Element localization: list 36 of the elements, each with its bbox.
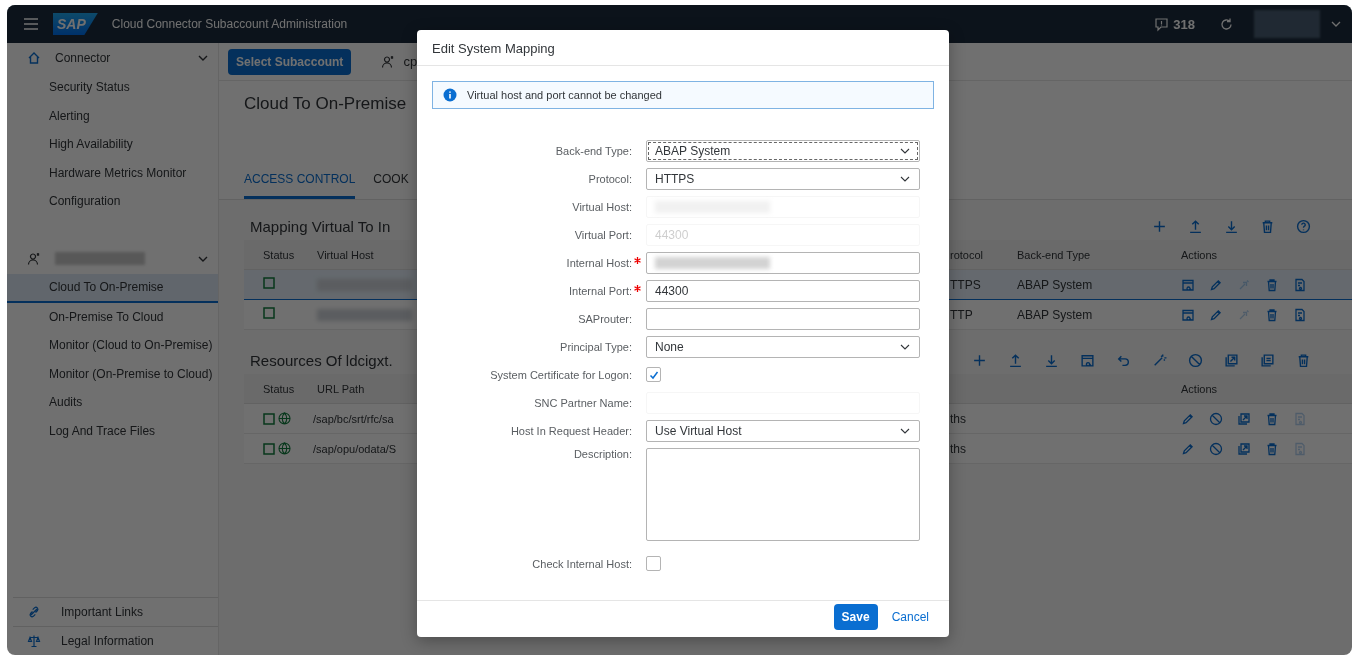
logo: SAP (53, 13, 98, 35)
column-header: Status (263, 382, 296, 395)
field-label: Back-end Type: (555, 145, 632, 157)
column-header: rotocol (950, 248, 985, 261)
field-label: Virtual Port: (574, 229, 632, 241)
table-cell-text: TTPS (950, 277, 982, 292)
field-label: Internal Port: (569, 285, 632, 297)
dialog-title: Edit System Mapping (417, 30, 949, 66)
column-header: Status (263, 248, 296, 261)
field-label: Host In Request Header: (510, 425, 632, 437)
column-header: Actions (1181, 248, 1218, 261)
field-label: Principal Type: (560, 341, 632, 353)
table-cell-text: ths (950, 441, 967, 456)
table-cell-text: ABAP System (1017, 307, 1094, 322)
field-label: Protocol: (588, 173, 632, 185)
column-header: Back-end Type (1017, 248, 1092, 261)
field-label: System Certificate for Logon: (490, 369, 632, 381)
section-title: Resources Of ldcigxt. (249, 351, 393, 369)
field-label: Check Internal Host: (532, 558, 632, 570)
table-cell-text: ths (950, 411, 967, 426)
page-title: Cloud To On-Premise (244, 94, 407, 114)
app-title: Cloud Connector Subaccount Administration (111, 17, 348, 31)
field-label: SAProuter: (578, 313, 632, 325)
field-label: Virtual Host: (572, 201, 632, 213)
column-header: Virtual Host (317, 248, 374, 261)
column-header: URL Path (317, 382, 366, 395)
table-cell-text: /sap/bc/srt/rfc/sa (313, 412, 395, 425)
field-label: Description: (573, 448, 632, 460)
table-cell-text: /sap/opu/odata/S (313, 442, 398, 455)
table-cell-text: ABAP System (1017, 277, 1094, 292)
field-label: SNC Partner Name: (534, 397, 632, 409)
table-cell-text: TTP (950, 307, 974, 322)
field-label: Internal Host: (566, 257, 632, 269)
info-message: Virtual host and port cannot be changed (467, 89, 662, 101)
column-header: Actions (1181, 382, 1218, 395)
section-title: Mapping Virtual To In (249, 217, 391, 235)
